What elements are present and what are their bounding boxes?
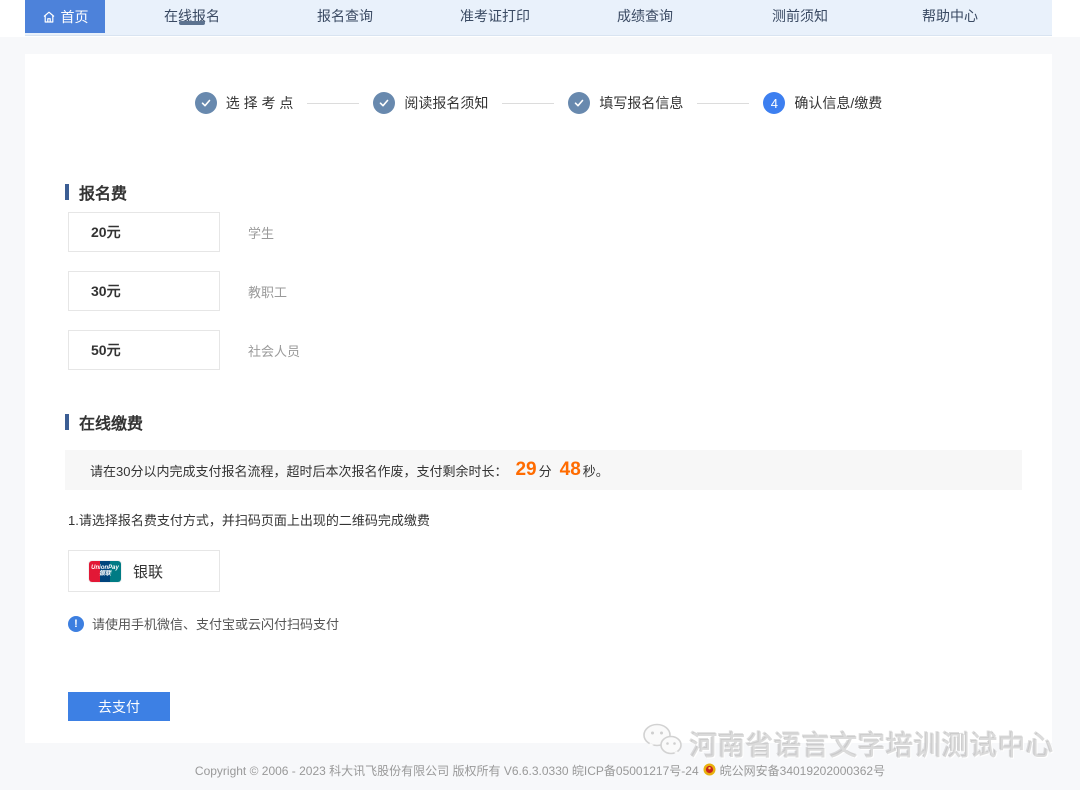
countdown-minutes-unit: 分 [539, 461, 552, 480]
nav-item-pretest-notice[interactable]: 测前须知 [745, 0, 855, 36]
step-connector [502, 103, 554, 104]
step-indicator: 选 择 考 点 阅读报名须知 填写报名信息 4 确认信息/缴费 [25, 90, 1052, 116]
nav-item-admission-ticket-print[interactable]: 准考证打印 [440, 0, 550, 36]
nav-item-home[interactable]: 首页 [25, 0, 105, 33]
payment-tip-text: 请使用手机微信、支付宝或云闪付扫码支付 [92, 614, 339, 633]
active-tab-underline [179, 21, 205, 25]
countdown-seconds-unit: 秒。 [583, 461, 609, 480]
fee-row-public: 50元 社会人员 [68, 330, 300, 370]
registration-card: 选 择 考 点 阅读报名须知 填写报名信息 4 确认信息/缴费 报名费 20元 … [25, 54, 1052, 743]
police-record-text: 皖公网安备34019202000362号 [720, 762, 885, 779]
nav-item-score-query[interactable]: 成绩查询 [590, 0, 700, 36]
step-label: 填写报名信息 [599, 93, 683, 113]
payment-instruction: 1.请选择报名费支付方式，并扫码页面上出现的二维码完成缴费 [68, 510, 430, 529]
fee-amount-box: 50元 [68, 330, 220, 370]
step-confirm-payment: 4 确认信息/缴费 [763, 92, 882, 114]
countdown-minutes: 29 [515, 459, 536, 481]
section-title: 在线缴费 [79, 410, 143, 434]
nav-item-help-center[interactable]: 帮助中心 [895, 0, 1005, 36]
step-label: 确认信息/缴费 [794, 93, 882, 113]
footer-copyright: Copyright © 2006 - 2023 科大讯飞股份有限公司 版权所有 … [0, 762, 1080, 779]
countdown-text: 请在30分以内完成支付报名流程，超时后本次报名作废，支付剩余时长： [90, 461, 507, 480]
check-icon [568, 92, 590, 114]
step-fill-info: 填写报名信息 [568, 92, 683, 114]
fee-row-faculty: 30元 教职工 [68, 271, 287, 311]
fee-category-label: 教职工 [248, 282, 287, 301]
fee-category-label: 社会人员 [248, 341, 300, 360]
copyright-text: Copyright © 2006 - 2023 科大讯飞股份有限公司 版权所有 … [195, 762, 699, 779]
step-label: 阅读报名须知 [404, 93, 488, 113]
section-title: 报名费 [79, 180, 127, 204]
step-select-test-site: 选 择 考 点 [195, 92, 294, 114]
info-icon: ! [68, 616, 84, 632]
payment-tip: ! 请使用手机微信、支付宝或云闪付扫码支付 [68, 614, 339, 633]
fee-amount-box: 30元 [68, 271, 220, 311]
check-icon [195, 92, 217, 114]
unionpay-logo-icon: UnionPay银联 [89, 561, 121, 582]
nav-item-label: 准考证打印 [460, 6, 530, 26]
fee-section-header: 报名费 [65, 180, 127, 204]
police-badge-icon [703, 763, 716, 779]
payment-method-unionpay[interactable]: UnionPay银联 银联 [68, 550, 220, 592]
payment-countdown-notice: 请在30分以内完成支付报名流程，超时后本次报名作废，支付剩余时长： 29 分 4… [65, 450, 1022, 490]
home-icon [42, 10, 56, 24]
step-connector [697, 103, 749, 104]
nav-item-label: 首页 [61, 7, 89, 27]
nav-item-label: 测前须知 [772, 6, 828, 26]
fee-row-student: 20元 学生 [68, 212, 274, 252]
fee-amount-box: 20元 [68, 212, 220, 252]
payment-section-header: 在线缴费 [65, 410, 143, 434]
section-accent-bar [65, 184, 69, 200]
nav-item-label: 帮助中心 [922, 6, 978, 26]
step-connector [307, 103, 359, 104]
countdown-seconds: 48 [560, 459, 581, 481]
nav-item-registration-query[interactable]: 报名查询 [290, 0, 400, 36]
fee-category-label: 学生 [248, 223, 274, 242]
section-accent-bar [65, 414, 69, 430]
step-label: 选 择 考 点 [226, 93, 294, 113]
nav-item-label: 成绩查询 [617, 6, 673, 26]
check-icon [373, 92, 395, 114]
step-read-notice: 阅读报名须知 [373, 92, 488, 114]
top-navigation: 首页 在线报名 报名查询 准考证打印 成绩查询 测前须知 帮助中心 [25, 0, 1052, 36]
go-to-pay-button[interactable]: 去支付 [68, 692, 170, 721]
payment-method-name: 银联 [133, 561, 163, 582]
nav-item-label: 报名查询 [317, 6, 373, 26]
nav-item-online-registration[interactable]: 在线报名 [137, 0, 247, 36]
step-number-badge: 4 [763, 92, 785, 114]
